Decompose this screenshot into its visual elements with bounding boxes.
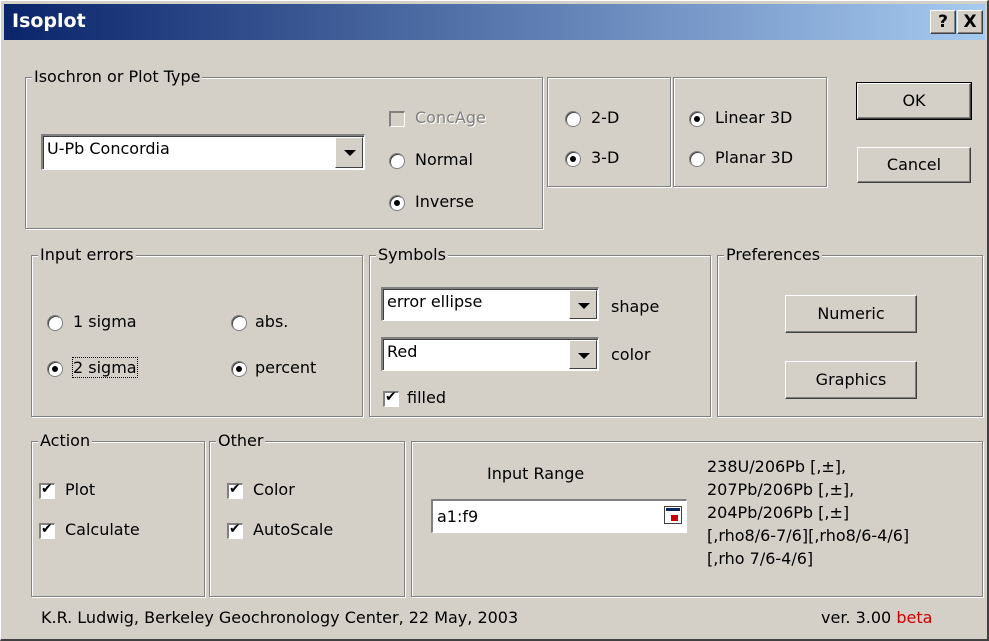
plot-type-value: U-Pb Concordia	[47, 139, 170, 158]
normal-label: Normal	[415, 150, 473, 169]
1-sigma-radio[interactable]	[47, 315, 63, 331]
planar-3d-radio[interactable]	[689, 151, 705, 167]
input-range-field[interactable]: a1:f9	[431, 499, 687, 533]
input-format-text: 238U/206Pb [,±], 207Pb/206Pb [,±], 204Pb…	[707, 455, 909, 570]
range-picker-icon[interactable]	[664, 506, 682, 524]
percent-label: percent	[255, 358, 317, 377]
linear-3d-radio[interactable]	[689, 111, 705, 127]
abs-label: abs.	[255, 312, 289, 331]
other-group: Other	[209, 431, 405, 597]
filled-label: filled	[407, 388, 446, 407]
format-line-5: [,rho 7/6-4/6]	[707, 549, 814, 568]
action-group: Action	[31, 431, 205, 597]
percent-radio[interactable]	[231, 361, 247, 377]
numeric-button[interactable]: Numeric	[785, 295, 917, 333]
linear-3d-label: Linear 3D	[715, 108, 793, 127]
normal-radio[interactable]	[389, 153, 405, 169]
input-range-label: Input Range	[487, 464, 585, 483]
action-group-label: Action	[38, 431, 93, 451]
color-checkbox[interactable]	[227, 481, 243, 499]
window-title: Isoplot	[12, 10, 86, 32]
format-line-4: [,rho8/6-7/6][,rho8/6-4/6]	[707, 526, 910, 545]
dimension-box	[547, 77, 671, 187]
autoscale-label: AutoScale	[253, 520, 334, 539]
chevron-down-icon[interactable]	[569, 290, 597, 319]
color-label: color	[611, 345, 651, 364]
graphics-button[interactable]: Graphics	[785, 361, 917, 399]
version-number: ver. 3.00	[821, 608, 892, 627]
concage-label: ConcAge	[415, 108, 486, 127]
help-button[interactable]: ?	[930, 10, 956, 34]
plot-type-dropdown[interactable]: U-Pb Concordia	[41, 134, 365, 170]
version-text: ver. 3.00 beta	[821, 608, 932, 627]
planar-3d-label: Planar 3D	[715, 148, 794, 167]
shape-dropdown[interactable]: error ellipse	[381, 287, 599, 321]
cancel-button[interactable]: Cancel	[857, 147, 971, 183]
ok-button[interactable]: OK	[856, 82, 972, 120]
abs-radio[interactable]	[231, 315, 247, 331]
format-line-1: 238U/206Pb [,±],	[707, 457, 847, 476]
3d-radio[interactable]	[565, 151, 581, 167]
inverse-radio[interactable]	[389, 195, 405, 211]
credit-text: K.R. Ludwig, Berkeley Geochronology Cent…	[41, 608, 519, 627]
isoplot-dialog: Isoplot ? X Isochron or Plot Type U-Pb C…	[0, 0, 989, 641]
2d-radio[interactable]	[565, 111, 581, 127]
format-line-2: 207Pb/206Pb [,±],	[707, 480, 855, 499]
shape-value: error ellipse	[387, 292, 483, 311]
plot-checkbox[interactable]	[39, 481, 55, 499]
close-button[interactable]: X	[957, 10, 983, 34]
chevron-down-icon[interactable]	[335, 137, 363, 168]
mode-3d-box	[673, 77, 827, 187]
1-sigma-label: 1 sigma	[73, 312, 137, 331]
input-errors-group-label: Input errors	[38, 245, 136, 265]
autoscale-checkbox[interactable]	[227, 521, 243, 539]
input-range-value: a1:f9	[437, 507, 479, 526]
filled-checkbox[interactable]	[383, 389, 399, 407]
input-errors-group: Input errors	[31, 245, 363, 417]
chevron-down-icon[interactable]	[569, 340, 597, 369]
color-dropdown[interactable]: Red	[381, 337, 599, 371]
2d-label: 2-D	[591, 108, 620, 127]
preferences-group-label: Preferences	[724, 245, 823, 265]
2-sigma-label: 2 sigma	[72, 357, 138, 378]
other-group-label: Other	[216, 431, 266, 451]
plot-label: Plot	[65, 480, 96, 499]
format-line-3: 204Pb/206Pb [,±]	[707, 503, 850, 522]
inverse-label: Inverse	[415, 192, 474, 211]
color-value: Red	[387, 342, 418, 361]
plot-type-group-label: Isochron or Plot Type	[32, 67, 203, 87]
calculate-label: Calculate	[65, 520, 140, 539]
symbols-group-label: Symbols	[376, 245, 448, 265]
color-option-label: Color	[253, 480, 295, 499]
calculate-checkbox[interactable]	[39, 521, 55, 539]
concage-checkbox[interactable]	[389, 111, 405, 127]
beta-tag: beta	[896, 608, 933, 627]
shape-label: shape	[611, 297, 660, 316]
2-sigma-radio[interactable]	[47, 361, 63, 377]
title-bar: Isoplot ? X	[4, 4, 985, 40]
3d-label: 3-D	[591, 148, 620, 167]
